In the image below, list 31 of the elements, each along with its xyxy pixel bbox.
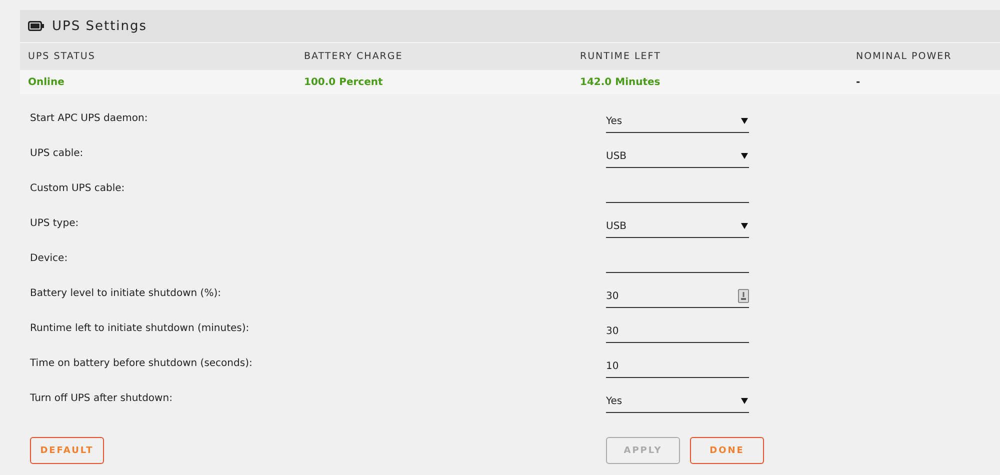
input-field[interactable]: 30 xyxy=(606,320,749,343)
caret-icon xyxy=(741,118,748,124)
select-field[interactable]: USB xyxy=(606,145,749,168)
input-field[interactable]: 30 xyxy=(606,285,749,308)
panel-title: UPS Settings xyxy=(52,18,148,34)
setting-label: UPS cable: xyxy=(30,148,84,161)
input-field[interactable]: 10 xyxy=(606,355,749,378)
select-field[interactable]: Yes xyxy=(606,390,749,413)
table-cell-text: 100.0 Percent xyxy=(304,76,384,88)
setting-label: Time on battery before shutdown (seconds): xyxy=(30,358,254,371)
table-cell-text: Online xyxy=(28,76,66,88)
column-header: UPS STATUS xyxy=(28,51,96,62)
select-field[interactable]: USB xyxy=(606,215,749,238)
column-header: RUNTIME LEFT xyxy=(580,51,662,62)
column-header: NOMINAL POWER xyxy=(856,51,953,62)
column-header: BATTERY CHARGE xyxy=(304,51,404,62)
setting-label: Device: xyxy=(30,253,69,266)
setting-label: Runtime left to initiate shutdown (minutes): xyxy=(30,323,250,336)
setting-label: Custom UPS cable: xyxy=(30,183,126,196)
spinner-icon[interactable] xyxy=(738,289,749,303)
caret-icon xyxy=(741,398,748,404)
setting-label: Start APC UPS daemon: xyxy=(30,113,149,126)
caret-icon xyxy=(741,223,748,229)
battery-icon xyxy=(28,21,44,31)
setting-label: Turn off UPS after shutdown: xyxy=(30,393,174,406)
select-field[interactable]: Yes xyxy=(606,110,749,133)
setting-label: Battery level to initiate shutdown (%): xyxy=(30,288,222,301)
table-cell-text: - xyxy=(856,76,862,88)
caret-icon xyxy=(741,153,748,159)
setting-label: UPS type: xyxy=(30,218,80,231)
table-cell-text: 142.0 Minutes xyxy=(580,76,662,88)
